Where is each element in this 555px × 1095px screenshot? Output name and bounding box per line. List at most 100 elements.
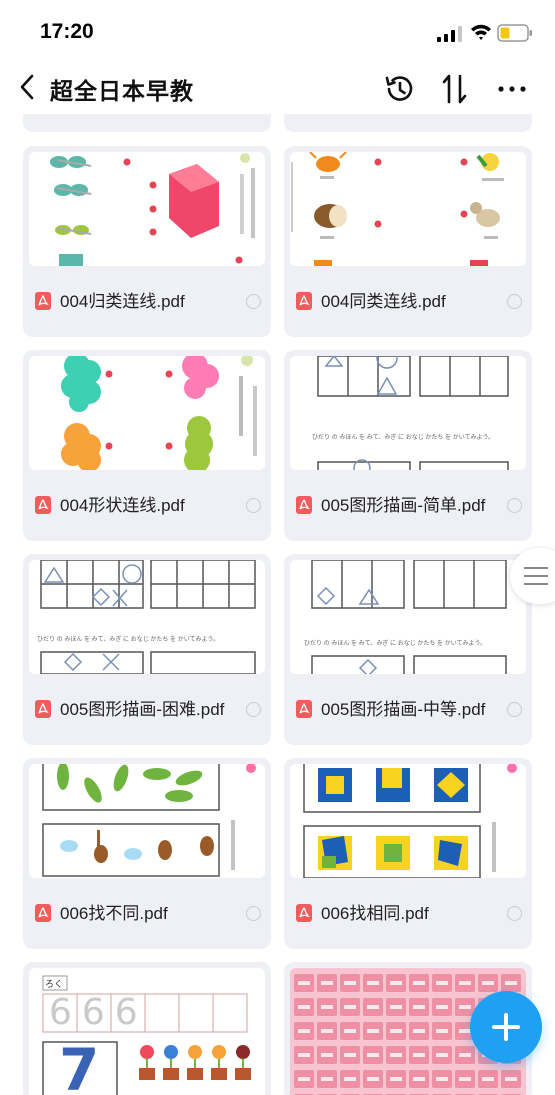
file-card-partial[interactable] <box>23 114 271 132</box>
file-name: 005图形描画-困难.pdf <box>60 699 225 719</box>
pdf-icon <box>296 700 312 718</box>
file-thumbnail <box>29 764 265 878</box>
stamp-mark <box>390 1029 402 1033</box>
stamp-mark <box>459 981 471 985</box>
file-thumbnail: ろく 666 7 <box>29 968 265 1095</box>
file-card[interactable]: ひだり の みほん を みて、みぎ に おなじ かたち を かいてみよう。 00… <box>284 554 532 745</box>
file-card[interactable]: 004归类连线.pdf <box>23 146 271 337</box>
stamp-mark <box>344 981 356 985</box>
file-info: 004形状连线.pdf <box>35 474 261 536</box>
stamp-mark <box>459 1053 471 1057</box>
nav-bar: 超全日本早教 <box>0 64 555 114</box>
status-time: 17:20 <box>40 20 94 43</box>
file-thumbnail: ひだり の みほん を みて、みぎ に おなじ かたち を かいてみよう。 <box>29 560 265 674</box>
file-info: 004归类连线.pdf <box>35 270 261 332</box>
thumbnail-text: ろく <box>45 979 64 989</box>
pdf-icon <box>35 700 51 718</box>
stamp-mark <box>321 1053 333 1057</box>
file-card-partial[interactable] <box>284 114 532 132</box>
file-info: 006找相同.pdf <box>296 882 522 944</box>
file-card[interactable]: 006找不同.pdf <box>23 758 271 949</box>
select-checkbox[interactable] <box>507 293 522 309</box>
select-checkbox[interactable] <box>246 293 261 309</box>
file-card[interactable]: 006找相同.pdf <box>284 758 532 949</box>
stamp-mark <box>367 1029 379 1033</box>
file-thumbnail: ひだり の みほん を みて、みぎ に おなじ かたち を かいてみよう。 <box>290 356 526 470</box>
file-thumbnail: ひだり の みほん を みて、みぎ に おなじ かたち を かいてみよう。 <box>290 560 526 674</box>
stamp-mark <box>344 1053 356 1057</box>
pdf-icon <box>35 496 51 514</box>
back-icon[interactable] <box>16 72 40 102</box>
thumbnail-text: ひだり の みほん を みて、みぎ に おなじ かたち を かいてみよう。 <box>312 435 495 441</box>
stamp-mark <box>413 1077 425 1081</box>
signal-icon <box>437 26 462 42</box>
file-thumbnail <box>29 152 265 266</box>
stamp-mark <box>298 1077 310 1081</box>
stamp-mark <box>321 1005 333 1009</box>
stamp-mark <box>298 1005 310 1009</box>
stamp-mark <box>298 1053 310 1057</box>
stamp-mark <box>436 1077 448 1081</box>
stamp-mark <box>367 1005 379 1009</box>
menu-icon <box>524 567 548 585</box>
stamp-mark <box>505 981 517 985</box>
stamp-mark <box>344 1077 356 1081</box>
pdf-icon <box>296 904 312 922</box>
stamp-mark <box>390 981 402 985</box>
file-info: 006找不同.pdf <box>35 882 261 944</box>
file-info: 005图形描画-困难.pdf <box>35 678 261 740</box>
select-checkbox[interactable] <box>246 497 261 513</box>
sort-icon[interactable] <box>438 72 472 106</box>
file-name: 006找不同.pdf <box>60 903 168 923</box>
stamp-mark <box>413 1053 425 1057</box>
stamp-mark <box>367 1077 379 1081</box>
stamp-mark <box>367 1053 379 1057</box>
file-name: 006找相同.pdf <box>321 903 429 923</box>
stamp-mark <box>413 1005 425 1009</box>
stamp-mark <box>344 1029 356 1033</box>
stamp-mark <box>436 981 448 985</box>
stamp-mark <box>413 981 425 985</box>
file-info: 005图形描画-简单.pdf <box>296 474 522 536</box>
stamp-mark <box>436 1005 448 1009</box>
stamp-mark <box>298 1029 310 1033</box>
select-checkbox[interactable] <box>507 497 522 513</box>
stamp-mark <box>321 1077 333 1081</box>
stamp-mark <box>459 1005 471 1009</box>
file-card[interactable]: ひだり の みほん を みて、みぎ に おなじ かたち を かいてみよう。 00… <box>284 350 532 541</box>
stamp-mark <box>344 1005 356 1009</box>
file-name: 004形状连线.pdf <box>60 495 185 515</box>
stamp-mark <box>390 1077 402 1081</box>
select-checkbox[interactable] <box>246 905 261 921</box>
select-checkbox[interactable] <box>246 701 261 717</box>
stamp-mark <box>413 1029 425 1033</box>
file-card[interactable]: ひだり の みほん を みて、みぎ に おなじ かたち を かいてみよう。 00… <box>23 554 271 745</box>
plus-icon <box>492 1013 520 1041</box>
stamp-mark <box>321 981 333 985</box>
history-icon[interactable] <box>382 72 416 106</box>
stamp-mark <box>482 1077 494 1081</box>
file-name: 005图形描画-中等.pdf <box>321 699 486 719</box>
add-button[interactable] <box>470 991 542 1063</box>
thumbnail-digits: 666 <box>49 992 148 1033</box>
select-checkbox[interactable] <box>507 701 522 717</box>
select-checkbox[interactable] <box>507 905 522 921</box>
file-thumbnail <box>290 152 526 266</box>
battery-icon <box>497 24 532 42</box>
file-card[interactable]: 004形状连线.pdf <box>23 350 271 541</box>
more-icon[interactable] <box>495 72 529 106</box>
file-card[interactable]: ろく 666 7 <box>23 962 271 1095</box>
pdf-icon <box>35 904 51 922</box>
thumbnail-text: ひだり の みほん を みて、みぎ に おなじ かたち を かいてみよう。 <box>304 641 487 647</box>
stamp-mark <box>298 981 310 985</box>
stamp-mark <box>321 1029 333 1033</box>
file-thumbnail <box>29 356 265 470</box>
stamp-mark <box>436 1029 448 1033</box>
stamp-mark <box>482 981 494 985</box>
thumbnail-text: ひだり の みほん を みて、みぎ に おなじ かたち を かいてみよう。 <box>37 637 220 643</box>
file-card[interactable]: 004同类连线.pdf <box>284 146 532 337</box>
stamp-mark <box>367 981 379 985</box>
stamp-mark <box>390 1005 402 1009</box>
pdf-icon <box>296 496 312 514</box>
pdf-icon <box>296 292 312 310</box>
